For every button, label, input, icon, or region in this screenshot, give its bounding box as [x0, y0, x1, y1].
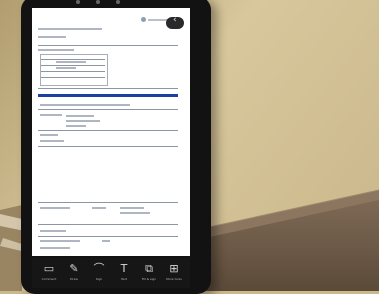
highlighter-icon: ⌒: [93, 262, 105, 275]
bottom-toolbar: ▭ Comment ✎ Draw ⌒ Sign T Text ⧉ Fill & …: [32, 258, 190, 288]
fill-sign-icon: ⧉: [145, 262, 153, 275]
chevron-left-icon: ‹: [173, 15, 177, 25]
text-icon: T: [120, 262, 128, 275]
tool-text[interactable]: T Text: [113, 260, 135, 286]
status-bar-icons: [70, 0, 130, 6]
tool-comment[interactable]: ▭ Comment: [38, 260, 60, 286]
tool-draw[interactable]: ✎ Draw: [63, 260, 85, 286]
comment-icon: ▭: [43, 262, 55, 275]
more-tools-icon: ⊞: [169, 262, 179, 275]
pen-icon: ✎: [69, 262, 79, 275]
document-viewer[interactable]: [32, 8, 190, 256]
tool-fill-sign[interactable]: ⧉ Fill & sign: [138, 260, 160, 286]
page-menu-button[interactable]: ‹: [166, 15, 184, 29]
document-page: [32, 8, 190, 256]
section-header-bar: [38, 94, 178, 97]
tool-more[interactable]: ⊞ More tools: [163, 260, 185, 286]
tool-sign[interactable]: ⌒ Sign: [88, 260, 110, 286]
